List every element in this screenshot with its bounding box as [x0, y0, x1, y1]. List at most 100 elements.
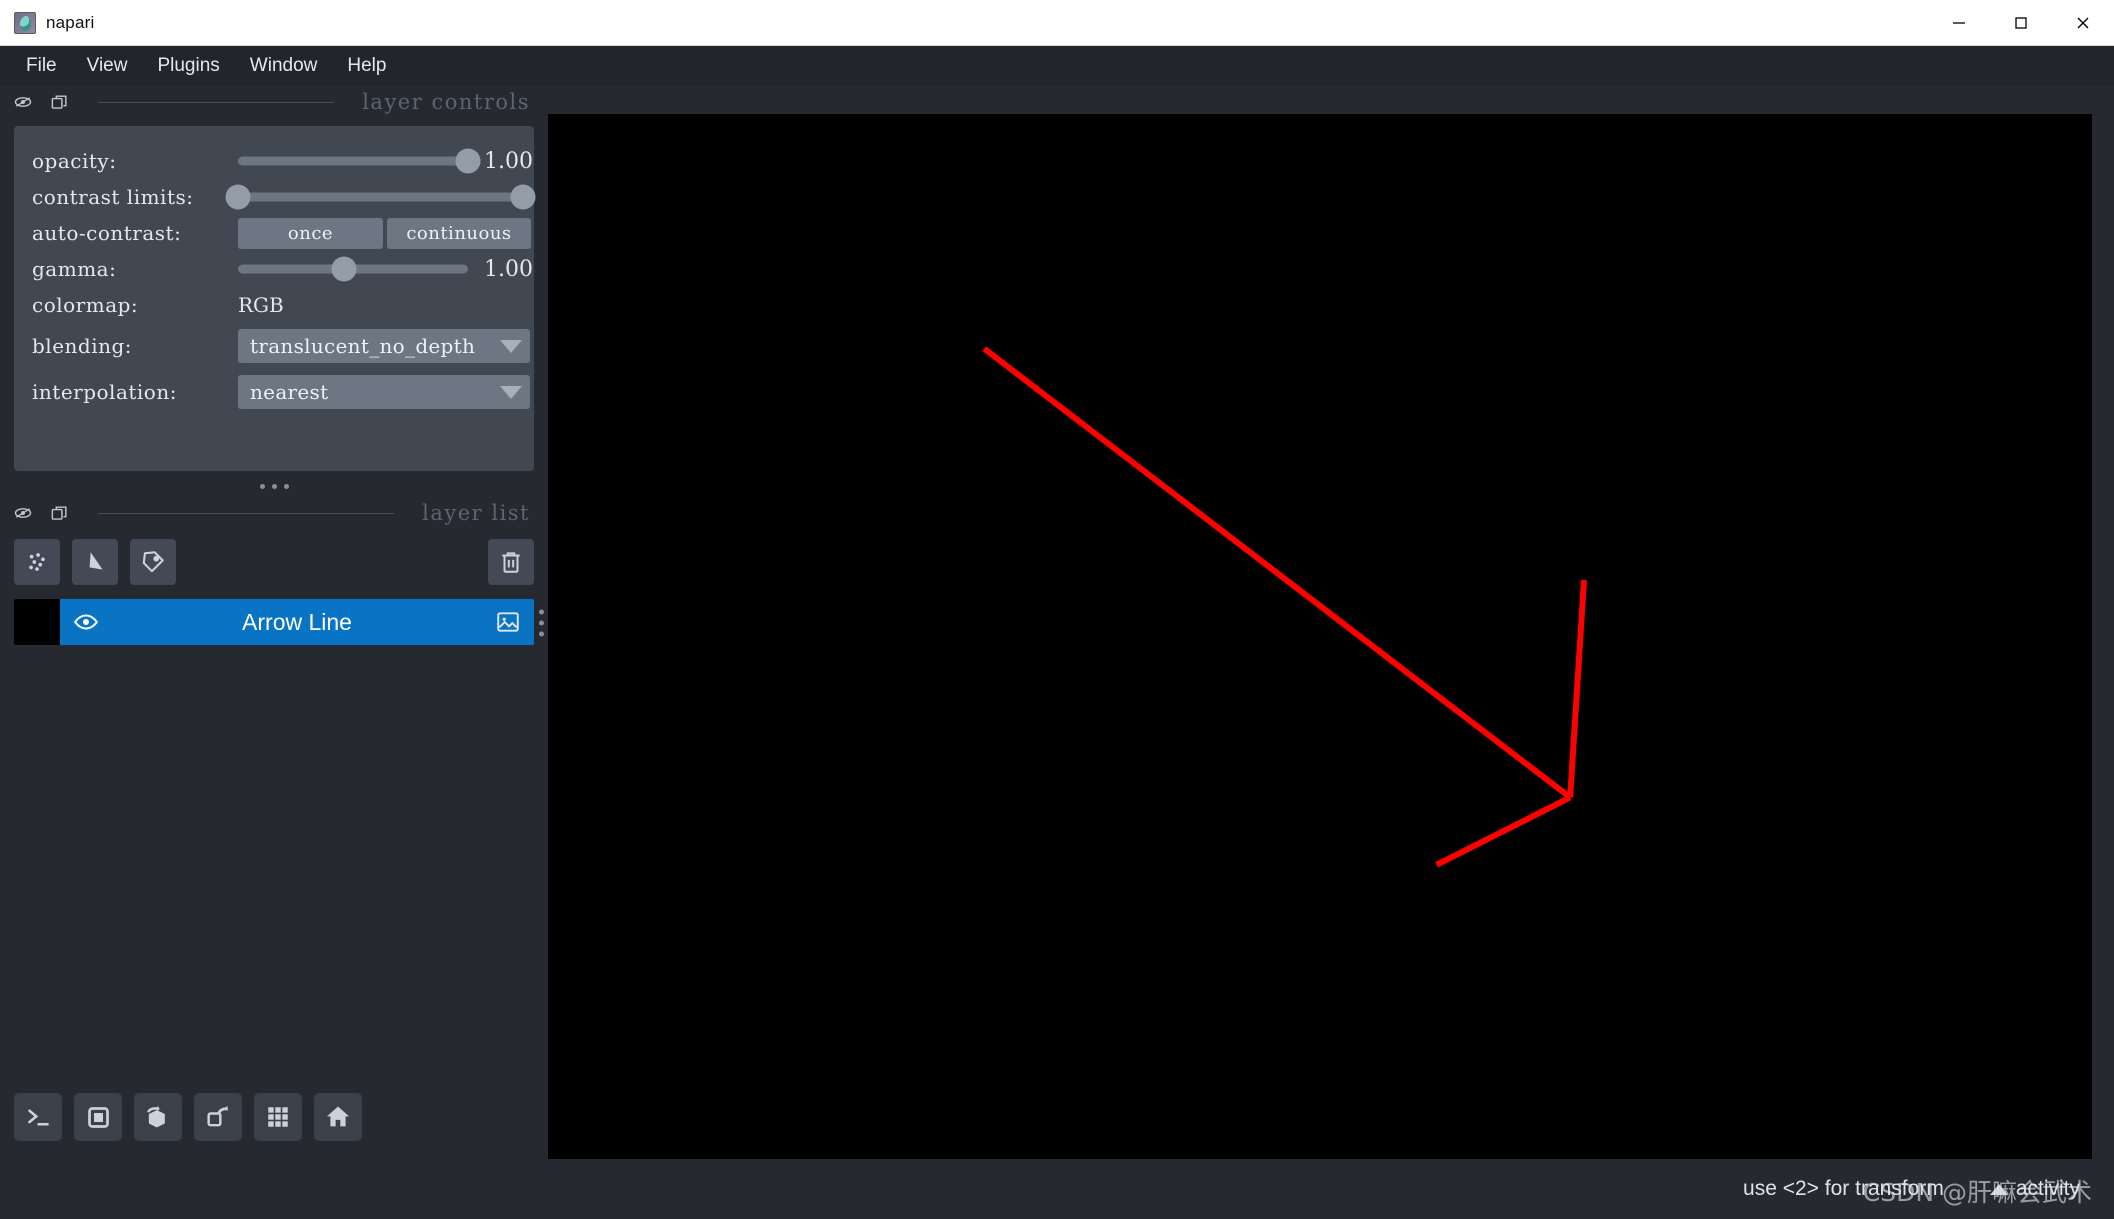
handle-dot: [539, 620, 544, 625]
list-item[interactable]: Arrow Line: [14, 599, 534, 645]
canvas-area: [548, 86, 2114, 1159]
layer-name[interactable]: Arrow Line: [112, 609, 482, 636]
opacity-label: opacity:: [32, 149, 117, 173]
splitter-dot: [283, 483, 289, 489]
shapes-icon[interactable]: [72, 539, 118, 585]
blending-field: translucent_no_depth: [238, 329, 548, 363]
splitter-dot: [259, 483, 265, 489]
blending-label: blending:: [32, 334, 133, 358]
arrow-head-lower: [1437, 797, 1571, 864]
contrast-limits-field: [225, 184, 541, 210]
layer-thumbnail: [14, 599, 60, 645]
square-rotate-icon[interactable]: [194, 1093, 242, 1141]
interpolation-field: nearest: [238, 375, 548, 409]
layer-controls-dock-header: layer controls: [0, 86, 548, 118]
terminal-icon[interactable]: [14, 1093, 62, 1141]
handle-dot: [539, 631, 544, 636]
window-controls: [1928, 0, 2114, 45]
cube-rotate-icon[interactable]: [134, 1093, 182, 1141]
gamma-slider[interactable]: [238, 256, 468, 282]
interpolation-label: interpolation:: [32, 380, 177, 404]
arrow-head-upper: [1570, 580, 1584, 797]
gamma-value: 1.00: [484, 256, 533, 282]
grid-icon[interactable]: [254, 1093, 302, 1141]
opacity-field: 1.00: [238, 148, 562, 174]
gamma-field: 1.00: [238, 256, 562, 282]
hide-dock-icon[interactable]: [12, 502, 34, 524]
layer-list-panel: Arrow Line: [0, 529, 548, 1159]
opacity-slider-handle[interactable]: [455, 148, 481, 174]
contrast-limits-low-handle[interactable]: [225, 184, 251, 210]
square-icon[interactable]: [74, 1093, 122, 1141]
statusbar: use <2> for transform activity CSDN @肝嘛会…: [0, 1159, 2114, 1219]
home-icon[interactable]: [314, 1093, 362, 1141]
colormap-row: colormap: RGB: [14, 288, 534, 322]
colormap-label: colormap:: [32, 293, 139, 317]
layer-controls-title: layer controls: [362, 90, 530, 114]
activity-label: activity: [2015, 1177, 2080, 1200]
left-dock: layer controls opacity: 1.00 contrast li…: [0, 86, 548, 1159]
menu-file[interactable]: File: [12, 50, 71, 82]
dock-splitter-handle[interactable]: [0, 475, 548, 497]
status-help-text: use <2> for transform: [1743, 1177, 1944, 1200]
main-body: layer controls opacity: 1.00 contrast li…: [0, 86, 2114, 1159]
viewer-toolbar: [0, 1093, 548, 1159]
auto-contrast-buttons: once continuous: [238, 217, 531, 249]
menu-view[interactable]: View: [73, 50, 142, 82]
layer-controls-panel: opacity: 1.00 contrast limits: auto-cont…: [14, 126, 536, 471]
activity-button[interactable]: activity: [1989, 1177, 2080, 1201]
chevron-down-icon: [500, 385, 522, 399]
contrast-limits-high-handle[interactable]: [510, 184, 536, 210]
chevron-up-icon: [1989, 1183, 2008, 1195]
auto-contrast-continuous-button[interactable]: continuous: [387, 217, 531, 249]
contrast-limits-slider[interactable]: [225, 184, 536, 210]
gamma-label: gamma:: [32, 257, 117, 281]
trash-icon[interactable]: [488, 539, 534, 585]
colormap-field: RGB: [238, 293, 534, 317]
opacity-value: 1.00: [484, 148, 533, 174]
handle-dot: [539, 609, 544, 614]
opacity-slider[interactable]: [238, 148, 481, 174]
layer-list-toolbar: [0, 529, 548, 585]
dock-resize-handle[interactable]: [539, 609, 544, 636]
opacity-row: opacity: 1.00: [14, 144, 534, 178]
auto-contrast-once-button[interactable]: once: [238, 217, 383, 249]
window-titlebar: napari: [0, 0, 2114, 46]
layer-visibility-eye-icon[interactable]: [60, 609, 112, 635]
interpolation-value: nearest: [250, 380, 329, 404]
layer-list-dock-header: layer list: [0, 497, 548, 529]
maximize-icon[interactable]: [1990, 0, 2052, 45]
hide-dock-icon[interactable]: [12, 91, 34, 113]
opacity-slider-track: [238, 156, 468, 166]
viewer-canvas[interactable]: [548, 114, 2092, 1159]
image-layer-icon: [482, 609, 534, 635]
auto-contrast-field: once continuous: [238, 217, 549, 249]
gamma-row: gamma: 1.00: [14, 252, 534, 286]
blending-row: blending: translucent_no_depth: [14, 324, 534, 368]
menubar: File View Plugins Window Help: [0, 46, 2114, 86]
contrast-limits-row: contrast limits:: [14, 180, 536, 214]
points-icon[interactable]: [14, 539, 60, 585]
labels-tag-icon[interactable]: [130, 539, 176, 585]
titlebar-left: napari: [0, 11, 95, 34]
contrast-limits-label: contrast limits:: [32, 185, 194, 209]
interpolation-dropdown[interactable]: nearest: [238, 375, 530, 409]
menu-window[interactable]: Window: [236, 50, 332, 82]
blending-dropdown[interactable]: translucent_no_depth: [238, 329, 530, 363]
chevron-down-icon: [500, 339, 522, 353]
float-dock-icon[interactable]: [48, 91, 70, 113]
window-title: napari: [46, 12, 95, 32]
arrow-shaft: [984, 349, 1570, 798]
menu-plugins[interactable]: Plugins: [143, 50, 233, 82]
gamma-slider-handle[interactable]: [331, 256, 357, 282]
float-dock-icon[interactable]: [48, 502, 70, 524]
close-icon[interactable]: [2052, 0, 2114, 45]
contrast-limits-track: [238, 192, 523, 202]
menu-help[interactable]: Help: [333, 50, 400, 82]
canvas-shapes: [548, 114, 2092, 1159]
layer-list-title: layer list: [422, 501, 530, 525]
dock-header-rule: [98, 101, 335, 103]
interpolation-row: interpolation: nearest: [14, 370, 534, 414]
splitter-dot: [271, 483, 277, 489]
minimize-icon[interactable]: [1928, 0, 1990, 45]
